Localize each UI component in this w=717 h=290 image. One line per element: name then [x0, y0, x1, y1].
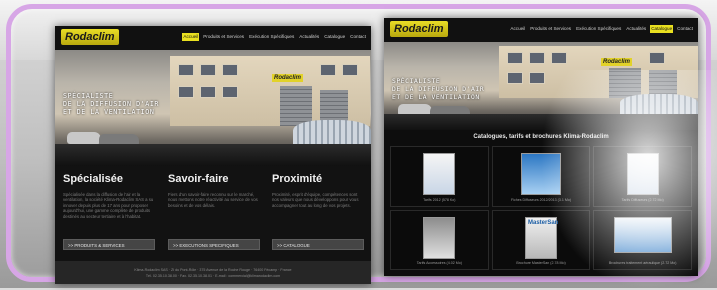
feature-section: Spécialisée Spécialisée dans la diffusio…	[55, 166, 371, 284]
nav-item-produits[interactable]: Produits et Services	[529, 25, 572, 33]
main-nav: Accueil Produits et Services Exécution S…	[182, 33, 367, 41]
site-logo[interactable]: Rodaclim	[390, 21, 448, 37]
site-header: Rodaclim Accueil Produits et Services Ex…	[55, 26, 371, 50]
site-header: Rodaclim Accueil Produits et Services Ex…	[384, 18, 698, 42]
building-sign: Rodaclim	[601, 58, 633, 66]
produits-services-button[interactable]: >> PRODUITS & SERVICES	[63, 239, 155, 250]
site-logo[interactable]: Rodaclim	[61, 29, 119, 45]
nav-item-executions[interactable]: Exécution Spécifiques	[248, 33, 295, 41]
catalogue-caption[interactable]: Tarifs Accessoires (4.02 Mo)	[391, 261, 488, 266]
nav-item-contact[interactable]: Contact	[349, 33, 367, 41]
site-footer: Klima-Rodaclim SAS · ZI du Pont-Rôle · 3…	[55, 261, 371, 284]
catalogue-button[interactable]: >> CATALOGUE	[272, 239, 364, 250]
hero-tagline: SPÉCIALISTE DE LA DIFFUSION D'AIR ET DE …	[392, 78, 485, 101]
feature-title: Savoir-faire	[168, 173, 229, 185]
building-illustration: Rodaclim	[170, 56, 370, 126]
catalogue-cover-image[interactable]	[423, 153, 456, 195]
feature-text: Fiers d'un savoir-faire reconnu sur le m…	[168, 192, 258, 208]
feature-title: Proximité	[272, 173, 323, 185]
feature-title: Spécialisée	[63, 173, 123, 185]
hero-tagline: SPÉCIALISTE DE LA DIFFUSION D'AIR ET DE …	[63, 92, 159, 116]
nav-item-contact[interactable]: Contact	[676, 25, 694, 33]
nav-item-produits[interactable]: Produits et Services	[202, 33, 245, 41]
feature-column-savoir-faire: Savoir-faire Fiers d'un savoir-faire rec…	[168, 172, 260, 250]
hero-image: Rodaclim SPÉCIALISTE DE LA DIFFUSION D'A…	[55, 50, 371, 166]
feature-text: Spécialisée dans la diffusion de l'air e…	[63, 192, 154, 219]
catalogue-item[interactable]: Tarifs Accessoires (4.02 Mo)	[390, 209, 489, 270]
road	[55, 144, 371, 166]
executions-specifiques-button[interactable]: >> EXECUTIONS SPECIFIQUES	[168, 239, 260, 250]
catalogue-cover-image[interactable]	[423, 216, 456, 259]
nav-item-catalogue[interactable]: Catalogue	[650, 25, 674, 33]
catalogue-caption[interactable]: Tarifs 2012 (578 Ko)	[391, 198, 488, 203]
nav-item-actualites[interactable]: Actualités	[298, 33, 320, 41]
nav-item-accueil[interactable]: Accueil	[182, 33, 200, 41]
nav-item-catalogue[interactable]: Catalogue	[323, 33, 346, 41]
website-home-screenshot: Rodaclim Accueil Produits et Services Ex…	[55, 26, 371, 284]
feature-column-proximite: Proximité Proximité, esprit d'équipe, co…	[272, 172, 364, 250]
catalogue-item[interactable]: Tarifs 2012 (578 Ko)	[390, 146, 489, 207]
car-illustration	[67, 132, 101, 144]
feature-column-specialisee: Spécialisée Spécialisée dans la diffusio…	[63, 172, 155, 250]
nav-item-actualites[interactable]: Actualités	[625, 25, 647, 33]
decorative-light-glare	[540, 70, 717, 290]
nav-item-executions[interactable]: Exécution Spécifiques	[575, 25, 622, 33]
feature-text: Proximité, esprit d'équipe, compétences …	[272, 192, 359, 208]
nav-item-accueil[interactable]: Accueil	[509, 25, 526, 33]
duct-tank-illustration	[293, 120, 371, 146]
main-nav: Accueil Produits et Services Exécution S…	[509, 25, 694, 33]
building-sign: Rodaclim	[272, 74, 304, 82]
